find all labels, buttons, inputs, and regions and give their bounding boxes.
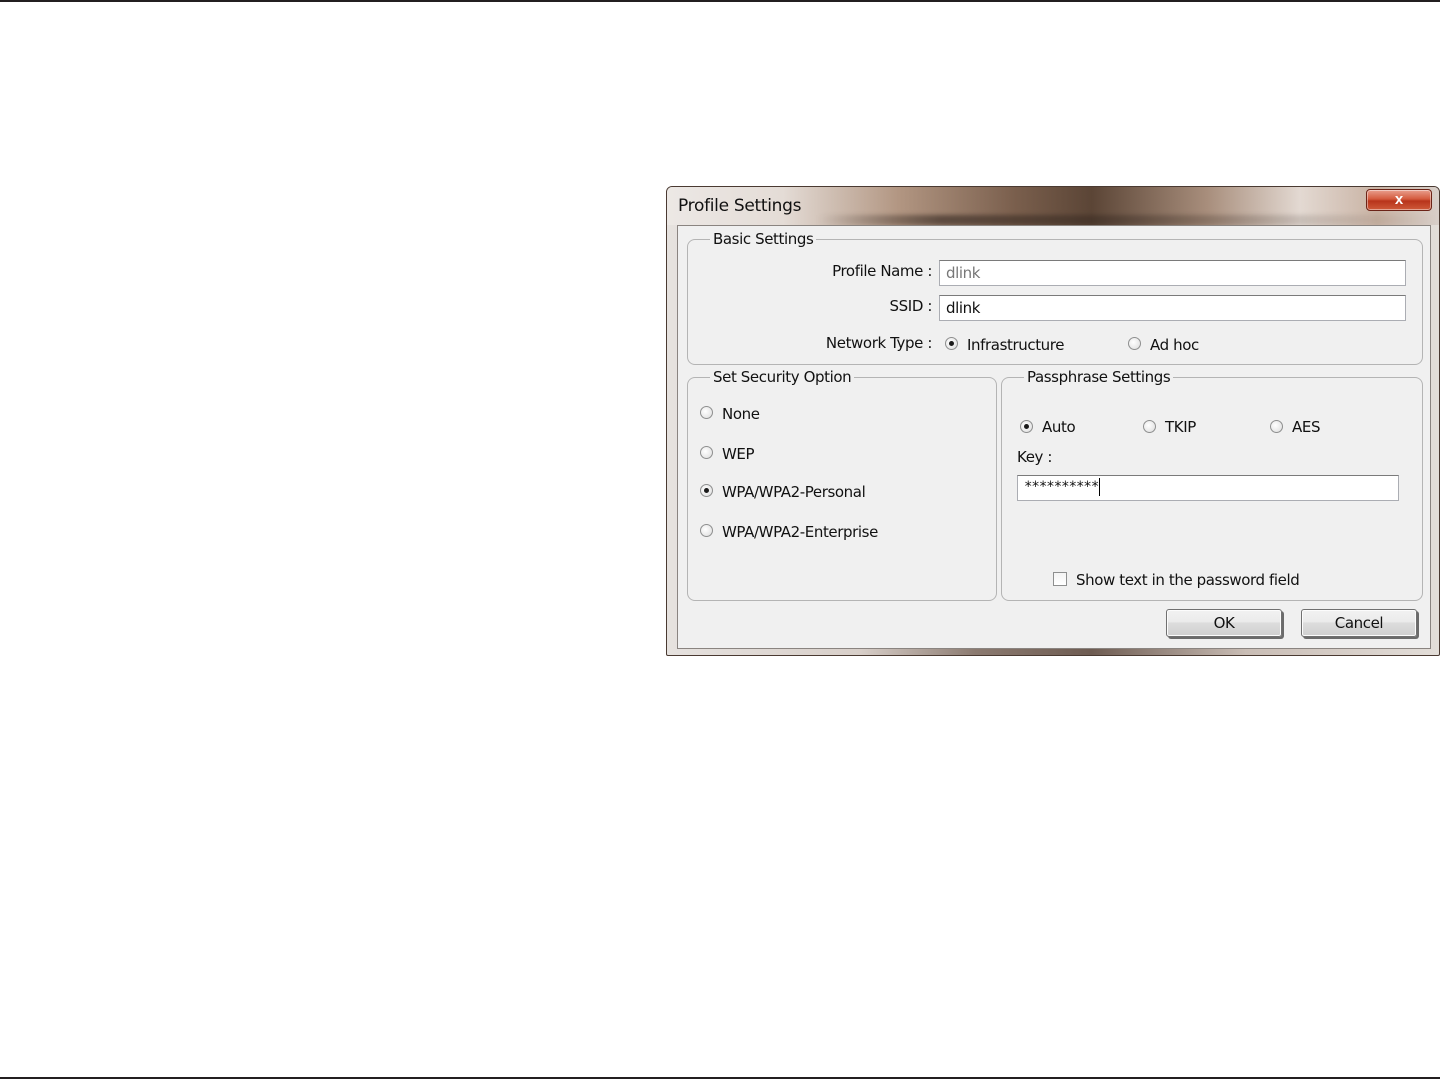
- close-button[interactable]: x: [1366, 189, 1432, 211]
- security-wep-label: WEP: [722, 445, 755, 463]
- infrastructure-radio[interactable]: [945, 337, 958, 350]
- cipher-aes-radio[interactable]: [1270, 420, 1283, 433]
- basic-settings-legend: Basic Settings: [710, 230, 817, 248]
- key-value: **********: [1024, 479, 1099, 495]
- security-wep-radio[interactable]: [700, 446, 713, 459]
- show-text-checkbox[interactable]: [1053, 572, 1067, 586]
- cipher-auto-radio[interactable]: [1020, 420, 1033, 433]
- page-top-rule: [0, 0, 1440, 2]
- security-option-legend: Set Security Option: [710, 368, 855, 386]
- ad-hoc-label: Ad hoc: [1150, 336, 1199, 354]
- passphrase-settings-group: Passphrase Settings Auto TKIP AES Key : …: [1001, 368, 1423, 601]
- ad-hoc-radio[interactable]: [1128, 337, 1141, 350]
- security-wpa-enterprise-radio[interactable]: [700, 524, 713, 537]
- profile-name-label: Profile Name :: [832, 262, 932, 280]
- security-wpa-personal-radio[interactable]: [700, 484, 713, 497]
- dialog-body: Basic Settings Profile Name : dlink SSID…: [677, 225, 1431, 649]
- profile-settings-dialog: Profile Settings x Basic Settings Profil…: [666, 186, 1440, 656]
- title-bar[interactable]: Profile Settings x: [667, 187, 1439, 225]
- security-none-label: None: [722, 405, 760, 423]
- cipher-tkip-label: TKIP: [1165, 418, 1196, 436]
- text-caret: [1099, 478, 1101, 496]
- infrastructure-label: Infrastructure: [967, 336, 1065, 354]
- key-field[interactable]: **********: [1017, 475, 1399, 501]
- show-text-label: Show text in the password field: [1076, 571, 1300, 589]
- profile-name-field[interactable]: dlink: [939, 260, 1406, 286]
- basic-settings-group: Basic Settings Profile Name : dlink SSID…: [687, 230, 1423, 365]
- security-wpa-enterprise-label: WPA/WPA2-Enterprise: [722, 523, 878, 541]
- security-option-group: Set Security Option None WEP WPA/WPA2-Pe…: [687, 368, 997, 601]
- security-wpa-personal-label: WPA/WPA2-Personal: [722, 483, 866, 501]
- security-none-radio[interactable]: [700, 406, 713, 419]
- cancel-button[interactable]: Cancel: [1301, 609, 1417, 637]
- ssid-field[interactable]: dlink: [939, 295, 1406, 321]
- passphrase-settings-legend: Passphrase Settings: [1024, 368, 1174, 386]
- key-label: Key :: [1017, 448, 1053, 466]
- close-icon: x: [1394, 191, 1404, 208]
- network-type-label: Network Type :: [825, 334, 932, 352]
- dialog-title: Profile Settings: [678, 196, 802, 216]
- ssid-label: SSID :: [889, 297, 933, 315]
- cipher-aes-label: AES: [1292, 418, 1321, 436]
- cipher-tkip-radio[interactable]: [1143, 420, 1156, 433]
- ok-button[interactable]: OK: [1166, 609, 1282, 637]
- page-bottom-rule: [0, 1077, 1440, 1079]
- cipher-auto-label: Auto: [1042, 418, 1076, 436]
